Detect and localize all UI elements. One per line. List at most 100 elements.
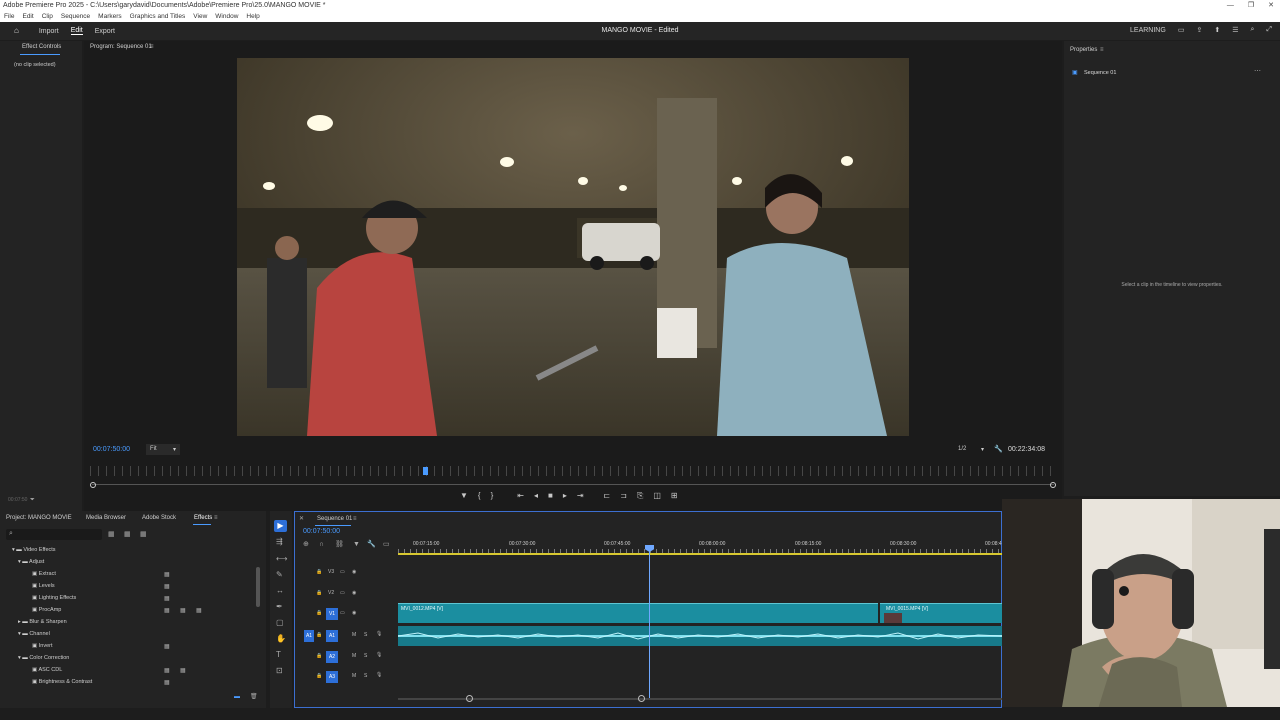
mark-in-icon[interactable]: { — [478, 491, 481, 501]
tab-import[interactable]: Import — [39, 28, 59, 35]
step-forward-icon[interactable]: ▸ — [563, 491, 567, 501]
lock-icon[interactable]: 🔒 — [316, 673, 322, 679]
lift-icon[interactable]: ⊏ — [604, 491, 611, 501]
tree-item-video-effects[interactable]: ▾ ▬ Video Effects — [12, 547, 56, 553]
rectangle-icon[interactable]: ▢ — [276, 619, 284, 627]
home-icon[interactable]: ⌂ — [14, 27, 19, 35]
quick-export-icon[interactable]: ⇪ — [1196, 26, 1202, 34]
tree-item-lighting-effects[interactable]: ▣ Lighting Effects — [32, 595, 76, 601]
stop-icon[interactable]: ■ — [548, 491, 553, 501]
video-clip[interactable]: MVI_0015.MP4 [V] — [880, 603, 1002, 623]
accelerated-effects-icon[interactable]: ▦ — [108, 531, 115, 539]
sync-icon[interactable]: ▭ — [340, 590, 345, 596]
ripple-edit-icon[interactable]: ⟷ — [276, 555, 287, 563]
menu-file[interactable]: File — [4, 11, 14, 22]
sync-icon[interactable]: ▭ — [340, 610, 345, 616]
source-patch-a1[interactable]: A1 — [304, 630, 314, 642]
delete-icon[interactable]: 🗑 — [250, 693, 258, 701]
new-bin-icon[interactable]: ▬ — [234, 693, 240, 701]
tab-edit[interactable]: Edit — [70, 27, 83, 35]
menu-graphics[interactable]: Graphics and Titles — [130, 11, 186, 22]
work-area-bar[interactable] — [398, 553, 1002, 555]
tree-item-extract[interactable]: ▣ Extract — [32, 571, 56, 577]
audio-clip[interactable] — [398, 626, 1002, 646]
tab-program[interactable]: Program: Sequence 01 — [90, 44, 152, 50]
playhead-line[interactable] — [649, 546, 650, 698]
tree-item-color-correction[interactable]: ▾ ▬ Color Correction — [18, 655, 69, 661]
linked-selection-icon[interactable]: ⛓ — [335, 541, 344, 549]
resolution-dropdown[interactable]: 1/2 ▾ — [956, 444, 986, 455]
tree-item-blur-sharpen[interactable]: ▸ ▬ Blur & Sharpen — [18, 619, 67, 625]
track-select-icon[interactable]: ⇶ — [276, 538, 283, 546]
nest-icon[interactable]: ⊕ — [303, 541, 309, 549]
comparison-view-icon[interactable]: ◫ — [653, 491, 661, 501]
menu-clip[interactable]: Clip — [42, 11, 53, 22]
scroll-handle-left[interactable] — [466, 695, 473, 702]
tree-item-procamp[interactable]: ▣ ProcAmp — [32, 607, 61, 613]
track-label-a2[interactable]: A2 — [326, 651, 338, 663]
lock-icon[interactable]: 🔒 — [316, 610, 322, 616]
learning-button[interactable]: LEARNING — [1130, 27, 1166, 34]
menu-icon[interactable]: ☰ — [1232, 26, 1238, 34]
tree-item-asc-cdl[interactable]: ▣ ASC CDL — [32, 667, 62, 673]
pen-icon[interactable]: ✒ — [276, 603, 283, 611]
search-icon[interactable]: ⌕ — [1250, 26, 1254, 34]
program-timecode[interactable]: 00:07:50:00 — [93, 446, 130, 453]
effects-scrollbar[interactable] — [256, 567, 260, 607]
menu-sequence[interactable]: Sequence — [61, 11, 90, 22]
solo-button[interactable]: S — [364, 673, 367, 679]
type-icon[interactable]: T — [276, 651, 281, 659]
monitor-time-ruler[interactable] — [90, 466, 1055, 476]
settings-wrench-icon[interactable]: 🔧 — [367, 541, 376, 549]
export-frame-icon[interactable]: ⎘ — [637, 491, 643, 501]
track-label-v3[interactable]: V3 — [328, 569, 334, 575]
close-icon[interactable]: ✕ — [299, 515, 304, 523]
menu-help[interactable]: Help — [246, 11, 259, 22]
menu-window[interactable]: Window — [215, 11, 238, 22]
microphone-icon[interactable]: 🎙 — [376, 672, 382, 678]
lock-icon[interactable]: 🔒 — [316, 632, 322, 638]
tab-export[interactable]: Export — [95, 28, 115, 35]
go-to-out-icon[interactable]: ⇥ — [577, 491, 584, 501]
yuv-effects-icon[interactable]: ▦ — [140, 531, 147, 539]
track-label-v2[interactable]: V2 — [328, 590, 334, 596]
lock-icon[interactable]: 🔒 — [316, 590, 322, 596]
scroll-handle-right[interactable] — [638, 695, 645, 702]
microphone-icon[interactable]: 🎙 — [376, 631, 382, 637]
effects-search-input[interactable]: ⌕ — [6, 529, 102, 540]
fit-dropdown[interactable]: Fit ▾ — [146, 444, 180, 455]
tab-effect-controls[interactable]: Effect Controls — [22, 44, 61, 50]
tree-item-brightness-contrast[interactable]: ▣ Brightness & Contrast — [32, 679, 92, 685]
share-icon[interactable]: ⬆ — [1214, 26, 1220, 34]
add-marker-icon[interactable]: ▼ — [460, 491, 468, 501]
solo-button[interactable]: S — [364, 632, 367, 638]
tab-effects[interactable]: Effects — [194, 515, 212, 521]
tab-adobe-stock[interactable]: Adobe Stock — [142, 515, 176, 521]
go-to-in-icon[interactable]: ⇤ — [517, 491, 524, 501]
monitor-zoom-bar[interactable] — [92, 484, 1054, 485]
timeline-timecode[interactable]: 00:07:50:00 — [303, 528, 340, 535]
wrench-icon[interactable]: 🔧 — [994, 446, 1003, 454]
zoom-handle-left[interactable] — [90, 482, 96, 488]
step-back-icon[interactable]: ◂ — [534, 491, 538, 501]
workspace-icon[interactable]: ▭ — [1178, 26, 1185, 34]
video-clip[interactable]: MVI_0012.MP4 [V] — [398, 603, 878, 623]
extract-icon[interactable]: ⊐ — [620, 491, 627, 501]
marker-icon[interactable]: ▼ — [353, 541, 360, 549]
tree-item-adjust[interactable]: ▾ ▬ Adjust — [18, 559, 44, 565]
eye-icon[interactable]: ◉ — [352, 590, 356, 596]
panel-menu-icon[interactable]: ≡ — [150, 43, 154, 51]
track-label-a1[interactable]: A1 — [326, 630, 338, 642]
tab-sequence[interactable]: Sequence 01 — [317, 516, 352, 522]
captions-icon[interactable]: ▭ — [383, 541, 390, 549]
timeline-scrollbar[interactable] — [398, 698, 1002, 700]
slip-icon[interactable]: ↔ — [276, 587, 284, 595]
eye-icon[interactable]: ◉ — [352, 610, 356, 616]
mute-button[interactable]: M — [352, 653, 356, 659]
lock-icon[interactable]: 🔒 — [316, 653, 322, 659]
microphone-icon[interactable]: 🎙 — [376, 652, 382, 658]
mute-button[interactable]: M — [352, 632, 356, 638]
minimize-icon[interactable]: — — [1227, 0, 1234, 11]
panel-menu-icon[interactable]: ≡ — [1100, 46, 1104, 54]
tree-item-levels[interactable]: ▣ Levels — [32, 583, 55, 589]
